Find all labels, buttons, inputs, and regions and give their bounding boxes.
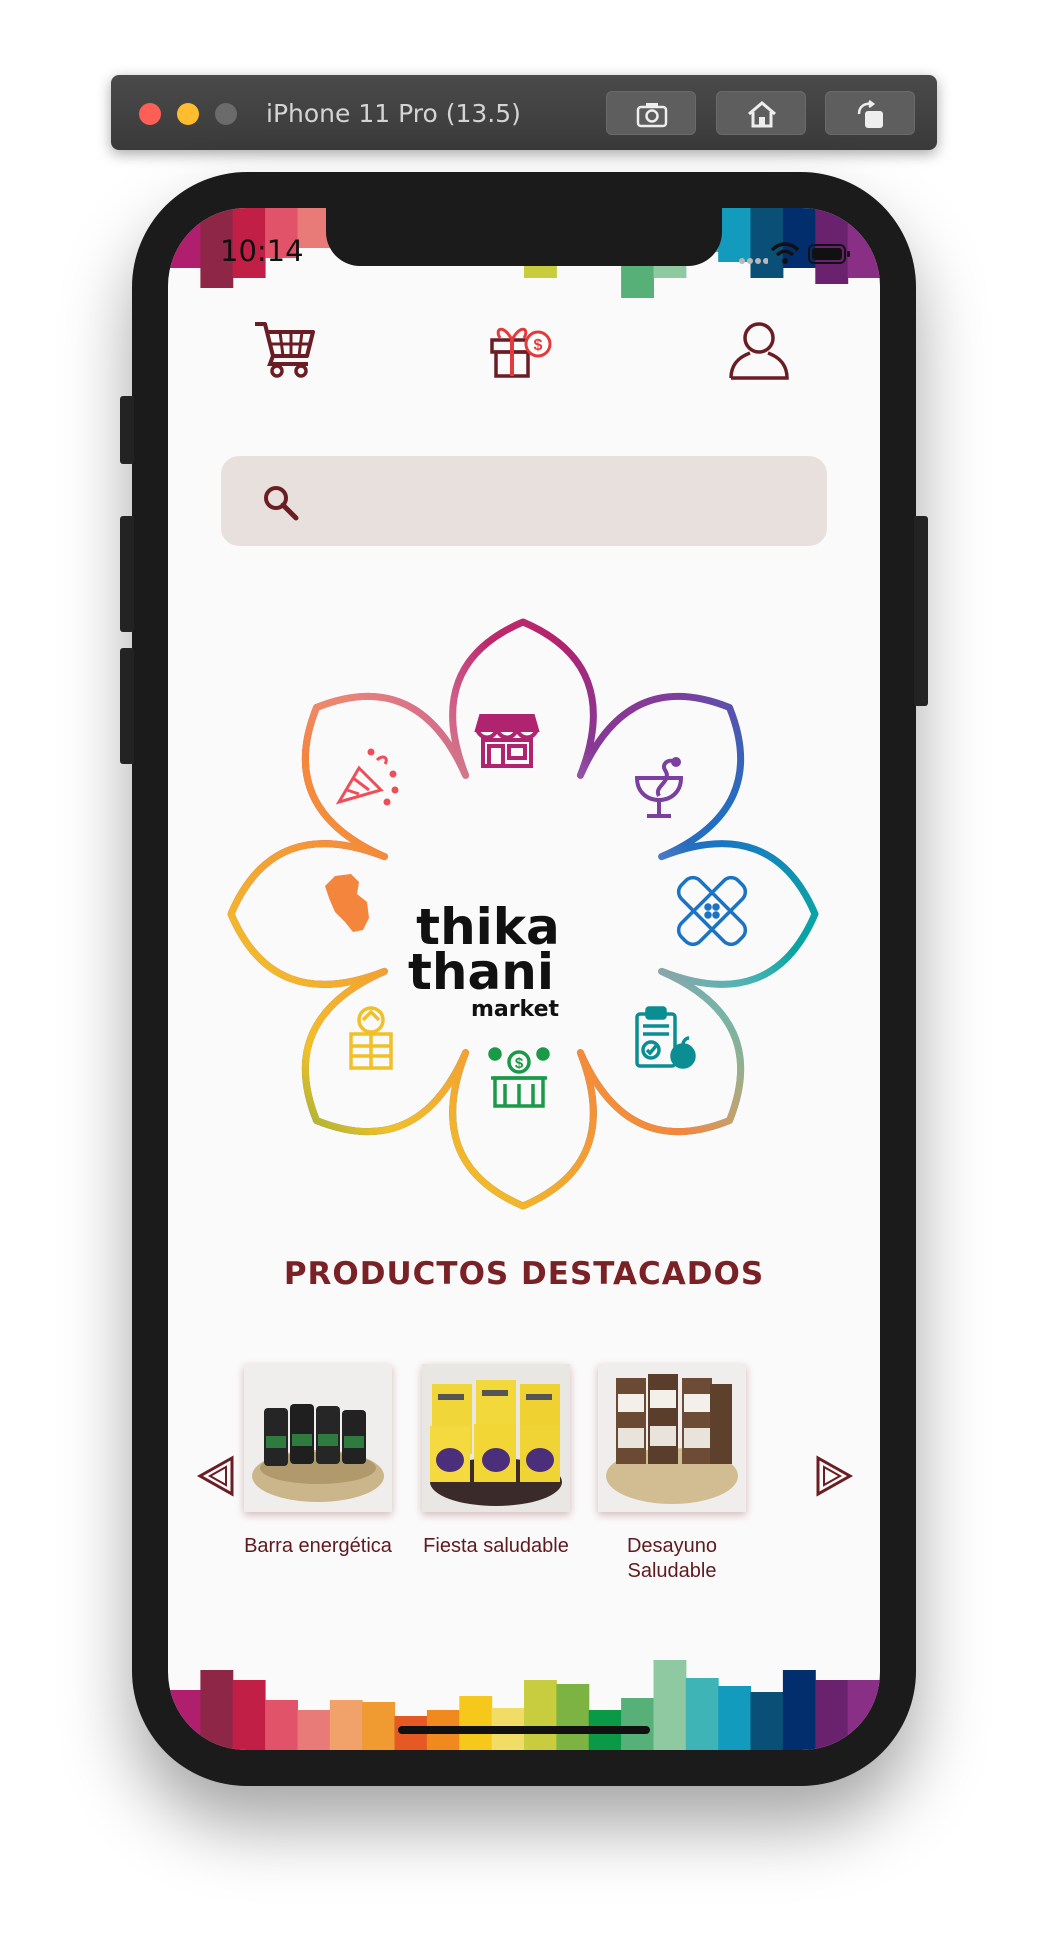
cart-icon bbox=[255, 322, 315, 378]
top-stripe bbox=[718, 208, 752, 262]
carousel-prev-arrow-icon[interactable] bbox=[196, 1454, 236, 1498]
bottom-stripe bbox=[200, 1670, 234, 1750]
battery-icon bbox=[808, 244, 850, 264]
user-icon bbox=[729, 322, 789, 380]
bottom-stripe bbox=[653, 1660, 687, 1750]
product-card[interactable]: Barra energética bbox=[238, 1364, 398, 1559]
rotate-icon bbox=[857, 100, 883, 128]
close-window-button[interactable] bbox=[139, 103, 161, 125]
bottom-stripe bbox=[815, 1680, 849, 1750]
category-first-aid[interactable] bbox=[675, 874, 750, 949]
product-image bbox=[598, 1364, 746, 1512]
signal-icon bbox=[739, 258, 768, 264]
search-bar[interactable] bbox=[221, 456, 827, 546]
peru-map-icon bbox=[325, 874, 369, 932]
pharmacy-icon bbox=[634, 757, 684, 818]
bottom-stripe bbox=[621, 1698, 654, 1750]
bank-icon: $ bbox=[488, 1047, 550, 1108]
category-finance[interactable]: $ bbox=[488, 1047, 550, 1108]
top-stripe bbox=[168, 208, 201, 268]
wifi-icon bbox=[770, 242, 800, 264]
product-name: Barra energética bbox=[244, 1535, 392, 1557]
volume-up-button bbox=[120, 516, 134, 632]
product-image bbox=[244, 1364, 392, 1512]
category-pharmacy[interactable] bbox=[634, 757, 684, 818]
bottom-stripe bbox=[847, 1680, 880, 1750]
tab-profile[interactable] bbox=[728, 318, 790, 385]
svg-text:$: $ bbox=[534, 337, 543, 354]
search-icon bbox=[264, 486, 299, 521]
tourism-icon bbox=[349, 1006, 393, 1070]
category-peru[interactable] bbox=[325, 874, 369, 932]
bottom-stripe bbox=[685, 1678, 719, 1750]
bandage-icon bbox=[676, 875, 748, 947]
bottom-stripe bbox=[362, 1702, 396, 1750]
volume-down-button bbox=[120, 648, 134, 764]
top-stripe bbox=[847, 208, 880, 278]
screenshot-button[interactable] bbox=[606, 91, 696, 135]
mute-switch bbox=[120, 396, 134, 464]
carousel-next-arrow-icon[interactable] bbox=[814, 1454, 854, 1498]
product-card[interactable]: Fiesta saludable bbox=[416, 1364, 576, 1559]
bottom-stripe bbox=[232, 1680, 266, 1750]
bottom-stripe bbox=[750, 1692, 784, 1750]
featured-title: PRODUCTOS DESTACADOS bbox=[283, 1256, 765, 1292]
bottom-stripe bbox=[524, 1680, 557, 1750]
home-icon bbox=[748, 101, 776, 128]
simulator-title-bar: iPhone 11 Pro (13.5) bbox=[111, 75, 937, 150]
category-tourism[interactable] bbox=[349, 1006, 393, 1070]
logo-line3: market bbox=[471, 997, 560, 1022]
search-input[interactable] bbox=[311, 476, 795, 528]
category-flower-menu: thika thani market $ bbox=[227, 618, 819, 1210]
category-nutrition[interactable] bbox=[635, 1006, 696, 1069]
bottom-color-stripes bbox=[168, 1660, 880, 1750]
product-name: Fiesta saludable bbox=[423, 1535, 569, 1557]
top-tab-bar: $ bbox=[168, 318, 880, 398]
gift-icon: $ bbox=[490, 327, 552, 378]
tab-cart[interactable] bbox=[253, 318, 317, 383]
product-name: Desayuno Saludable bbox=[626, 1535, 718, 1582]
category-party[interactable] bbox=[335, 748, 399, 806]
bottom-stripe bbox=[459, 1696, 493, 1750]
minimize-window-button[interactable] bbox=[177, 103, 199, 125]
product-card[interactable]: Desayuno Saludable bbox=[592, 1364, 752, 1584]
power-button bbox=[914, 516, 928, 706]
svg-text:$: $ bbox=[515, 1055, 524, 1072]
zoom-window-button[interactable] bbox=[215, 103, 237, 125]
bottom-stripe bbox=[556, 1684, 590, 1750]
app-screen: 10:14 $ thika thani market $ PRODUCTOS D… bbox=[168, 208, 880, 1750]
nutrition-icon bbox=[635, 1006, 696, 1069]
bottom-stripe bbox=[297, 1710, 331, 1750]
logo-line2: thani bbox=[408, 943, 554, 1001]
home-indicator[interactable] bbox=[398, 1726, 650, 1734]
status-time: 10:14 bbox=[220, 234, 304, 268]
store-icon bbox=[474, 714, 540, 768]
brand-logo: thika thani market bbox=[408, 898, 560, 1022]
home-button[interactable] bbox=[716, 91, 806, 135]
product-image bbox=[422, 1364, 570, 1512]
bottom-stripe bbox=[718, 1686, 752, 1750]
notch bbox=[326, 208, 722, 266]
bottom-stripe bbox=[329, 1700, 363, 1750]
bottom-stripe bbox=[168, 1690, 201, 1750]
bottom-stripe bbox=[265, 1700, 298, 1750]
rotate-button[interactable] bbox=[825, 91, 915, 135]
bottom-stripe bbox=[782, 1670, 816, 1750]
simulator-title: iPhone 11 Pro (13.5) bbox=[266, 99, 521, 128]
tab-gifts[interactable]: $ bbox=[488, 318, 554, 385]
camera-icon bbox=[636, 103, 668, 128]
party-icon bbox=[335, 748, 399, 806]
category-store[interactable] bbox=[474, 714, 540, 768]
